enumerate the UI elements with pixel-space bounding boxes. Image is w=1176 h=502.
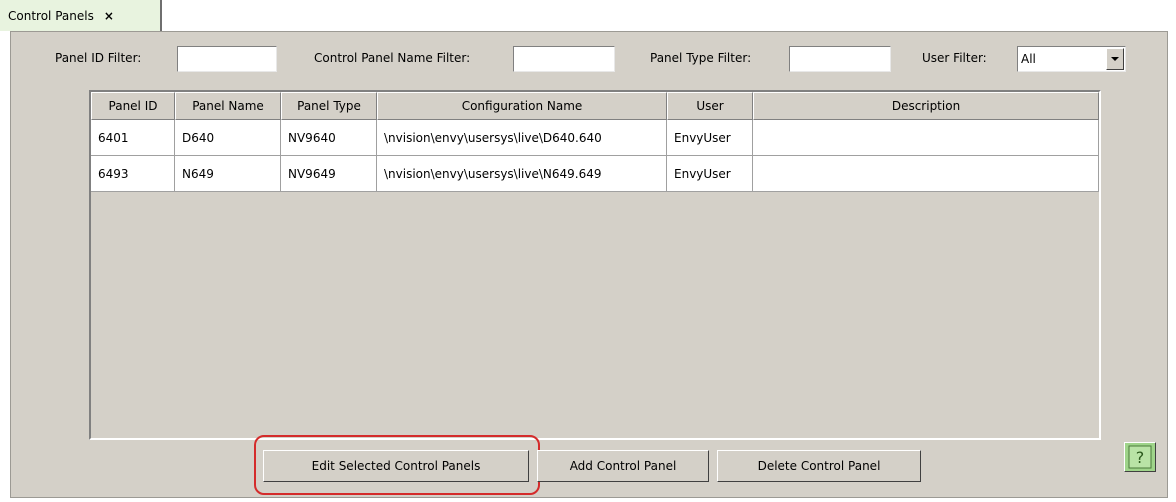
column-header-configuration-name[interactable]: Configuration Name (377, 92, 667, 120)
control-panel-name-filter-label: Control Panel Name Filter: (314, 51, 471, 65)
column-header-user[interactable]: User (667, 92, 753, 120)
cell-configuration-name: \nvision\envy\usersys\live\N649.649 (377, 156, 667, 192)
table-header: Panel ID Panel Name Panel Type Configura… (91, 92, 1099, 120)
cell-panel-id: 6493 (91, 156, 175, 192)
delete-control-panel-button[interactable]: Delete Control Panel (717, 450, 921, 482)
panel-id-filter-label: Panel ID Filter: (55, 51, 142, 65)
help-icon: ? (1128, 445, 1152, 469)
close-icon[interactable]: × (104, 9, 114, 23)
user-filter-select[interactable]: All (1017, 46, 1126, 72)
control-panels-table: Panel ID Panel Name Panel Type Configura… (89, 90, 1101, 440)
cell-configuration-name: \nvision\envy\usersys\live\D640.640 (377, 120, 667, 156)
edit-selected-control-panels-button[interactable]: Edit Selected Control Panels (263, 450, 529, 482)
column-header-panel-id[interactable]: Panel ID (91, 92, 175, 120)
cell-panel-name: D640 (175, 120, 281, 156)
cell-panel-type: NV9640 (281, 120, 377, 156)
table-row[interactable]: 6401 D640 NV9640 \nvision\envy\usersys\l… (91, 120, 1099, 156)
control-panel-name-filter-input[interactable] (513, 46, 615, 72)
cell-panel-name: N649 (175, 156, 281, 192)
table-row[interactable]: 6493 N649 NV9649 \nvision\envy\usersys\l… (91, 156, 1099, 192)
control-panels-panel: Panel ID Filter: Control Panel Name Filt… (10, 31, 1168, 498)
cell-panel-type: NV9649 (281, 156, 377, 192)
column-header-description[interactable]: Description (753, 92, 1099, 120)
column-header-panel-type[interactable]: Panel Type (281, 92, 377, 120)
cell-description (753, 156, 1099, 192)
panel-id-filter-input[interactable] (177, 46, 277, 72)
panel-type-filter-input[interactable] (789, 46, 891, 72)
tab-label: Control Panels (8, 8, 94, 23)
user-filter-label: User Filter: (922, 51, 987, 65)
svg-text:?: ? (1136, 448, 1145, 467)
tab-control-panels[interactable]: Control Panels × (0, 0, 162, 31)
cell-description (753, 120, 1099, 156)
cell-panel-id: 6401 (91, 120, 175, 156)
panel-type-filter-label: Panel Type Filter: (650, 51, 752, 65)
cell-user: EnvyUser (667, 156, 753, 192)
add-control-panel-button[interactable]: Add Control Panel (537, 450, 709, 482)
help-button[interactable]: ? (1124, 442, 1156, 472)
chevron-down-icon[interactable] (1106, 48, 1124, 70)
column-header-panel-name[interactable]: Panel Name (175, 92, 281, 120)
user-filter-value: All (1021, 52, 1036, 66)
cell-user: EnvyUser (667, 120, 753, 156)
